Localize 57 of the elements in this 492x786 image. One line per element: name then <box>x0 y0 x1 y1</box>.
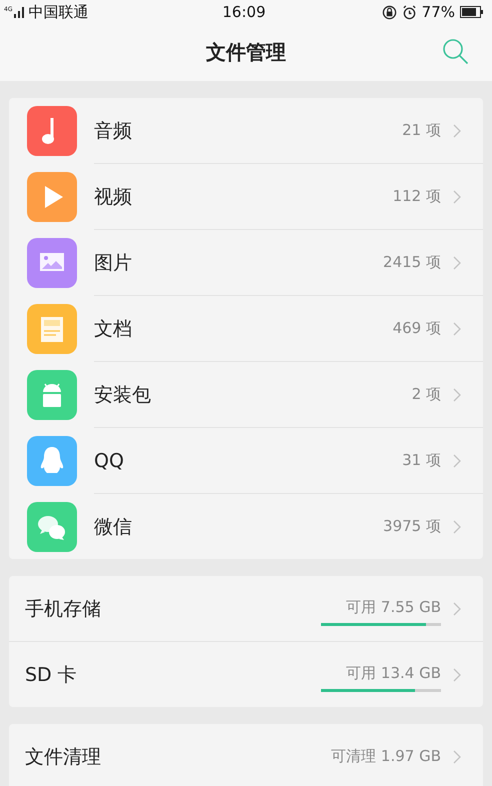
battery-percent: 77% <box>422 3 456 21</box>
storage-item[interactable]: 手机存储 可用 7.55 GB <box>9 576 483 641</box>
storage-item[interactable]: SD 卡 可用 13.4 GB <box>9 642 483 707</box>
chevron-right-icon <box>453 322 461 336</box>
chevron-right-icon <box>453 124 461 138</box>
rotation-lock-icon <box>382 4 397 20</box>
free-space: 可用 7.55 GB <box>346 598 441 616</box>
image-icon <box>27 238 77 288</box>
category-item[interactable]: 文档 469 项 <box>9 296 483 361</box>
chevron-right-icon <box>453 520 461 534</box>
document-icon <box>27 304 77 354</box>
category-name: 文档 <box>94 316 133 342</box>
wechat-icon <box>27 502 77 552</box>
category-name: QQ <box>94 450 125 472</box>
page-title: 文件管理 <box>206 39 286 66</box>
cleanup-name: 文件清理 <box>25 744 102 770</box>
chevron-right-icon <box>453 190 461 204</box>
category-name: 微信 <box>94 514 133 540</box>
cleanup-item[interactable]: 文件清理 可清理 1.97 GB <box>9 724 483 786</box>
carrier-name: 中国联通 <box>28 2 88 22</box>
category-name: 图片 <box>94 250 133 276</box>
category-name: 音频 <box>94 118 133 144</box>
storage-name: SD 卡 <box>25 662 78 688</box>
item-count: 31 项 <box>402 451 441 470</box>
item-count: 2 项 <box>412 385 441 404</box>
category-item[interactable]: 音频 21 项 <box>9 98 483 163</box>
item-count: 3975 项 <box>383 517 441 536</box>
free-space: 可用 13.4 GB <box>346 664 441 682</box>
search-button[interactable] <box>442 38 470 66</box>
music-icon <box>27 106 77 156</box>
chevron-right-icon <box>453 256 461 270</box>
clock-time: 16:09 <box>222 3 266 21</box>
item-count: 21 项 <box>402 121 441 140</box>
video-icon <box>27 172 77 222</box>
category-name: 安装包 <box>94 382 152 408</box>
cleanable-size: 可清理 1.97 GB <box>331 747 441 766</box>
category-name: 视频 <box>94 184 133 210</box>
search-icon <box>442 38 470 66</box>
item-count: 112 项 <box>392 187 441 206</box>
category-item[interactable]: 图片 2415 项 <box>9 230 483 295</box>
qq-icon <box>27 436 77 486</box>
category-item[interactable]: QQ 31 项 <box>9 428 483 493</box>
chevron-right-icon <box>453 388 461 402</box>
chevron-right-icon <box>453 668 461 682</box>
signal-icon <box>14 6 26 18</box>
item-count: 2415 项 <box>383 253 441 272</box>
package-icon <box>27 370 77 420</box>
alarm-icon <box>402 4 417 20</box>
category-item[interactable]: 视频 112 项 <box>9 164 483 229</box>
item-count: 469 项 <box>392 319 441 338</box>
category-item[interactable]: 微信 3975 项 <box>9 494 483 559</box>
storage-name: 手机存储 <box>25 596 102 622</box>
category-item[interactable]: 安装包 2 项 <box>9 362 483 427</box>
chevron-right-icon <box>453 750 461 764</box>
chevron-right-icon <box>453 602 461 616</box>
chevron-right-icon <box>453 454 461 468</box>
battery-icon <box>460 6 484 18</box>
